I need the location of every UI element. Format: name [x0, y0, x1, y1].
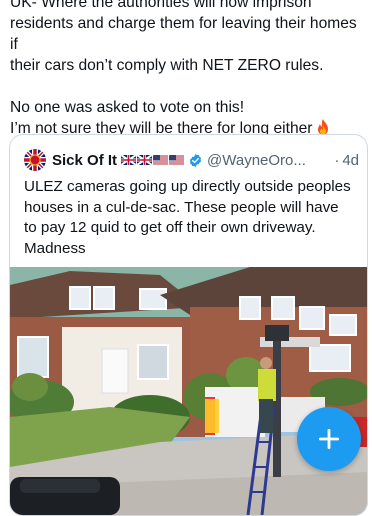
user-handle[interactable]: @WayneOro...: [207, 152, 306, 169]
post-photo[interactable]: [10, 267, 367, 515]
post-text: UK- Where the authorities will now impri…: [10, 0, 366, 139]
post-line: No one was asked to vote on this!: [10, 99, 245, 116]
separator-dot: ·: [334, 151, 340, 169]
post-timestamp[interactable]: 4d: [342, 152, 359, 169]
quote-line: ULEZ cameras going up directly outside p…: [24, 178, 351, 195]
quoted-post-header: Sick Of It @WayneOro... · 4d: [24, 149, 359, 171]
compose-button[interactable]: [297, 407, 361, 471]
us-flag-icon: [169, 155, 185, 165]
uk-flag-icon: [137, 155, 153, 165]
display-name[interactable]: Sick Of It: [52, 152, 117, 169]
uk-flag-icon: [121, 155, 137, 165]
fire-emoji-icon: [317, 119, 328, 135]
union-jack-emblem-icon: [24, 149, 46, 171]
us-flag-icon: [153, 155, 169, 165]
quote-line: houses in a cul-de-sac. These people wil…: [24, 198, 339, 216]
avatar[interactable]: [24, 149, 46, 171]
post-line: residents and charge them for leaving th…: [10, 15, 357, 53]
quoted-post-text: ULEZ cameras going up directly outside p…: [24, 177, 356, 259]
post-line: UK- Where the authorities will now impri…: [10, 0, 312, 11]
post-line: their cars don’t comply with NET ZERO ru…: [10, 57, 324, 74]
flag-emojis: [121, 155, 185, 165]
plus-icon: [318, 428, 340, 450]
quote-line: to pay 12 quid to get off their own driv…: [24, 219, 316, 236]
quote-line: Madness: [24, 239, 86, 257]
verified-badge-icon: [189, 153, 202, 167]
